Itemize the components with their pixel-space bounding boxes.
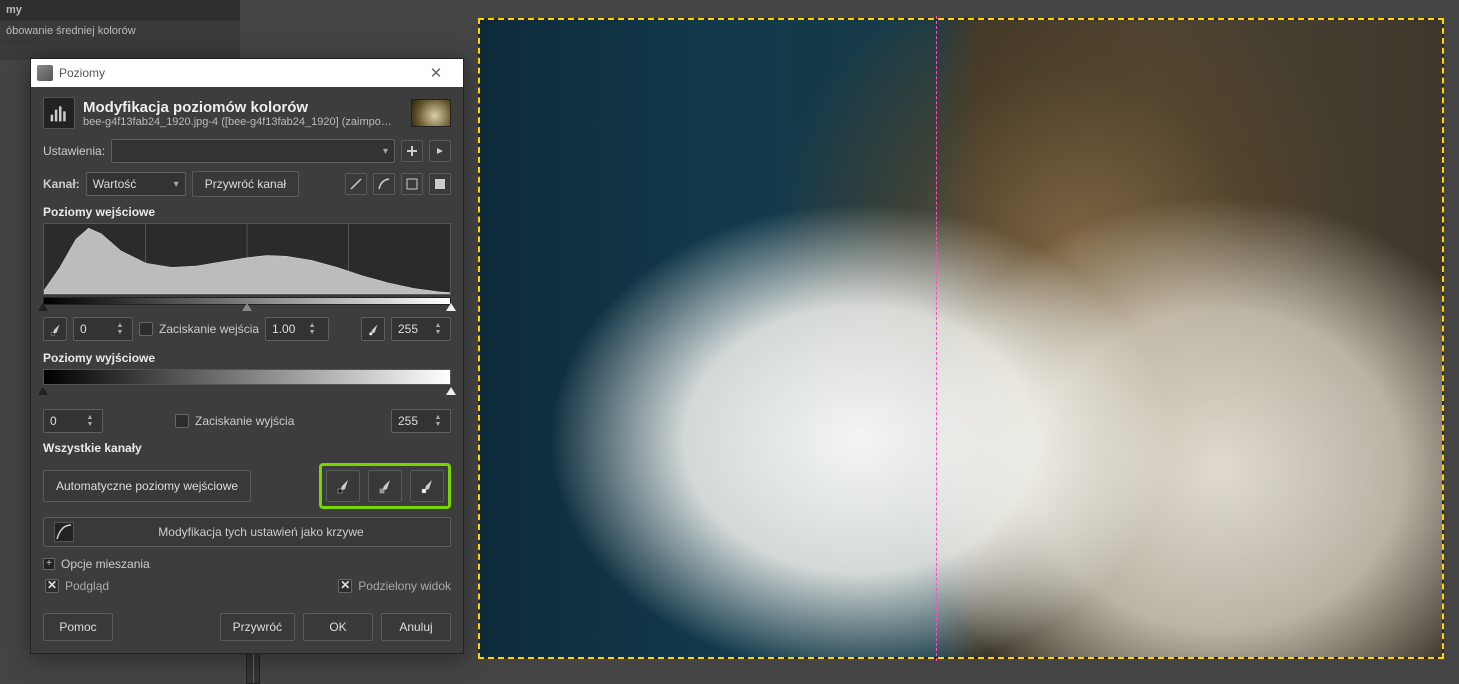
histogram-mode2-icon[interactable] xyxy=(429,173,451,195)
spin-down-icon[interactable]: ▼ xyxy=(112,329,128,336)
output-low-value[interactable] xyxy=(44,414,82,428)
curves-icon xyxy=(54,522,74,542)
histogram-mode1-icon[interactable] xyxy=(401,173,423,195)
presets-label: Ustawienia: xyxy=(43,144,105,158)
expand-plus-icon: + xyxy=(43,558,55,570)
spin-down-icon[interactable]: ▼ xyxy=(82,421,98,428)
histogram-log-icon[interactable] xyxy=(373,173,395,195)
preview-checkbox[interactable] xyxy=(45,579,59,593)
channel-label: Kanał: xyxy=(43,177,80,191)
dialog-title: Modyfikacja poziomów kolorów xyxy=(83,99,392,116)
clamp-input-label: Zaciskanie wejścia xyxy=(159,322,259,336)
pick-gray-all-button[interactable] xyxy=(368,470,402,502)
histogram-linear-icon[interactable] xyxy=(345,173,367,195)
input-high-spin[interactable]: ▲▼ xyxy=(391,317,451,341)
input-gamma-marker[interactable] xyxy=(242,303,252,311)
edit-as-curves-button[interactable]: Modyfikacja tych ustawień jako krzywe xyxy=(43,517,451,547)
input-levels-slider[interactable] xyxy=(43,297,451,311)
dialog-window-title: Poziomy xyxy=(59,66,415,80)
histogram-chart[interactable] xyxy=(43,223,451,295)
channel-value: Wartość xyxy=(93,177,137,191)
output-levels-slider[interactable] xyxy=(43,389,451,403)
spin-up-icon[interactable]: ▲ xyxy=(304,322,320,329)
reset-channel-button[interactable]: Przywróć kanał xyxy=(192,171,299,197)
output-levels-label: Poziomy wyjściowe xyxy=(43,351,451,365)
bg-row-1[interactable]: óbowanie średniej kolorów xyxy=(0,21,240,42)
dialog-titlebar[interactable]: Poziomy ✕ xyxy=(31,59,463,87)
pick-white-point-button[interactable] xyxy=(361,317,385,341)
blending-options-expander[interactable]: + Opcje mieszania xyxy=(43,557,451,571)
preset-menu-button[interactable] xyxy=(429,140,451,162)
input-low-marker[interactable] xyxy=(38,303,48,311)
spin-up-icon[interactable]: ▲ xyxy=(82,414,98,421)
input-gamma-value[interactable] xyxy=(266,322,304,336)
input-levels-label: Poziomy wejściowe xyxy=(43,205,451,219)
cancel-button[interactable]: Anuluj xyxy=(381,613,451,641)
all-channels-label: Wszystkie kanały xyxy=(43,441,451,455)
chevron-down-icon: ▾ xyxy=(174,179,179,190)
pick-black-all-button[interactable] xyxy=(326,470,360,502)
canvas-image xyxy=(480,20,1442,657)
preview-label: Podgląd xyxy=(65,579,109,593)
auto-input-levels-button[interactable]: Automatyczne poziomy wejściowe xyxy=(43,470,251,502)
bg-title-fragment: my xyxy=(0,0,240,21)
output-low-marker[interactable] xyxy=(38,387,48,395)
help-button[interactable]: Pomoc xyxy=(43,613,113,641)
add-preset-button[interactable] xyxy=(401,140,423,162)
picker-highlight-box xyxy=(319,463,451,509)
split-view-label: Podzielony widok xyxy=(358,579,451,593)
pick-white-all-button[interactable] xyxy=(410,470,444,502)
spin-up-icon[interactable]: ▲ xyxy=(112,322,128,329)
spin-down-icon[interactable]: ▼ xyxy=(430,421,446,428)
split-view-checkbox[interactable] xyxy=(338,579,352,593)
output-gradient[interactable] xyxy=(43,369,451,385)
pick-black-point-button[interactable] xyxy=(43,317,67,341)
spin-down-icon[interactable]: ▼ xyxy=(304,329,320,336)
clamp-output-label: Zaciskanie wyjścia xyxy=(195,414,294,428)
output-low-spin[interactable]: ▲▼ xyxy=(43,409,103,433)
background-panel: my óbowanie średniej kolorów xyxy=(0,0,240,60)
presets-dropdown[interactable]: ▾ xyxy=(111,139,395,163)
reset-button[interactable]: Przywróć xyxy=(220,613,295,641)
spin-up-icon[interactable]: ▲ xyxy=(430,322,446,329)
app-icon xyxy=(37,65,53,81)
channel-dropdown[interactable]: Wartość ▾ xyxy=(86,172,186,196)
split-preview-line[interactable] xyxy=(936,16,937,661)
input-high-value[interactable] xyxy=(392,322,430,336)
output-high-value[interactable] xyxy=(392,414,430,428)
output-high-marker[interactable] xyxy=(446,387,456,395)
canvas-selection[interactable] xyxy=(478,18,1444,659)
clamp-input-checkbox[interactable] xyxy=(139,322,153,336)
output-high-spin[interactable]: ▲▼ xyxy=(391,409,451,433)
spin-up-icon[interactable]: ▲ xyxy=(430,414,446,421)
edit-as-curves-label: Modyfikacja tych ustawień jako krzywe xyxy=(82,525,440,539)
dialog-subtitle: bee-g4f13fab24_1920.jpg-4 ([bee-g4f13fab… xyxy=(83,116,392,128)
image-thumbnail xyxy=(411,99,451,127)
clamp-output-checkbox[interactable] xyxy=(175,414,189,428)
input-gamma-spin[interactable]: ▲▼ xyxy=(265,317,329,341)
ok-button[interactable]: OK xyxy=(303,613,373,641)
input-low-value[interactable] xyxy=(74,322,112,336)
input-high-marker[interactable] xyxy=(446,303,456,311)
spin-down-icon[interactable]: ▼ xyxy=(430,329,446,336)
chevron-down-icon: ▾ xyxy=(383,146,388,157)
blending-options-label: Opcje mieszania xyxy=(61,557,150,571)
levels-tool-icon xyxy=(43,97,75,129)
levels-dialog: Poziomy ✕ Modyfikacja poziomów kolorów b… xyxy=(30,58,464,654)
close-icon[interactable]: ✕ xyxy=(415,59,457,87)
input-low-spin[interactable]: ▲▼ xyxy=(73,317,133,341)
